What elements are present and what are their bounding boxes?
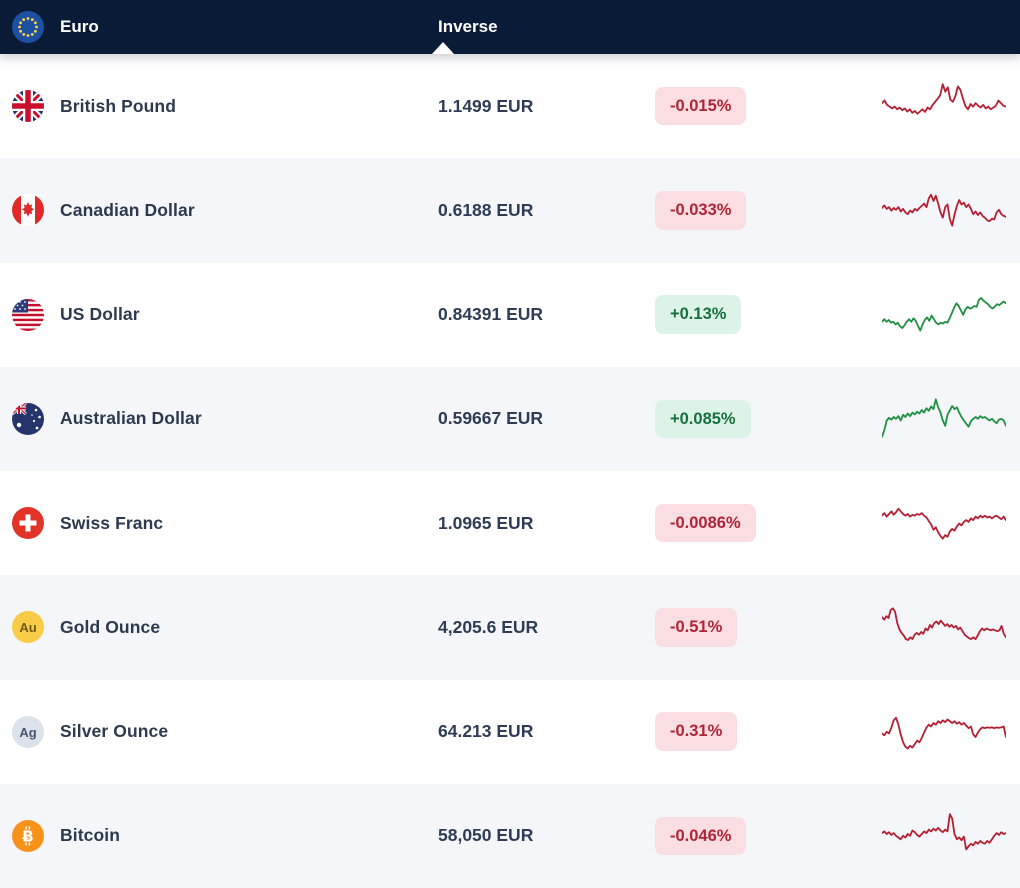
table-row[interactable]: Australian Dollar 0.59667 EUR +0.085% bbox=[0, 366, 1020, 471]
currency-name: Bitcoin bbox=[60, 825, 121, 846]
change-percent-badge: +0.13% bbox=[655, 295, 742, 334]
change-percent-badge: -0.015% bbox=[655, 86, 747, 126]
flag-us-icon bbox=[12, 298, 44, 331]
flag-gb-icon bbox=[12, 90, 44, 123]
column-header-inverse[interactable]: Inverse bbox=[438, 17, 655, 37]
change-percent-badge: -0.0086% bbox=[655, 503, 756, 543]
svg-text:Ag: Ag bbox=[19, 725, 36, 740]
table-row[interactable]: Au Gold Ounce 4,205.6 EUR -0.51% bbox=[0, 575, 1020, 680]
sparkline-chart bbox=[882, 495, 1006, 551]
metal-silver-icon: Ag bbox=[12, 715, 44, 748]
change-percent-badge: -0.31% bbox=[655, 712, 738, 751]
rates-row-list: British Pound 1.1499 EUR -0.015% Canadia… bbox=[0, 54, 1020, 888]
currency-name: Gold Ounce bbox=[60, 616, 161, 637]
svg-text:Au: Au bbox=[19, 620, 36, 635]
sparkline-chart bbox=[882, 78, 1006, 134]
base-currency-label: Euro bbox=[60, 17, 99, 36]
currency-name: Silver Ounce bbox=[60, 721, 169, 742]
sort-triangle-icon bbox=[432, 42, 454, 54]
inverse-rate-value: 0.6188 EUR bbox=[438, 199, 534, 220]
currency-name: US Dollar bbox=[60, 304, 140, 325]
flag-eu-icon bbox=[12, 11, 44, 43]
svg-text:Ƀ: Ƀ bbox=[22, 827, 33, 845]
sparkline-chart bbox=[882, 182, 1006, 238]
sparkline-chart bbox=[882, 599, 1006, 655]
inverse-rate-value: 0.59667 EUR bbox=[438, 408, 544, 429]
table-row[interactable]: British Pound 1.1499 EUR -0.015% bbox=[0, 54, 1020, 159]
table-row[interactable]: Canadian Dollar 0.6188 EUR -0.033% bbox=[0, 158, 1020, 263]
crypto-bitcoin-icon: Ƀ bbox=[12, 819, 44, 852]
inverse-rate-value: 0.84391 EUR bbox=[438, 304, 544, 325]
inverse-rate-value: 58,050 EUR bbox=[438, 825, 534, 846]
change-percent-badge: -0.51% bbox=[655, 608, 738, 647]
metal-gold-icon: Au bbox=[12, 611, 44, 644]
currency-name: Canadian Dollar bbox=[60, 199, 195, 220]
sparkline-chart bbox=[882, 287, 1006, 343]
table-row[interactable]: Ƀ Bitcoin 58,050 EUR -0.046% bbox=[0, 783, 1020, 888]
sparkline-chart bbox=[882, 808, 1006, 864]
inverse-rate-value: 4,205.6 EUR bbox=[438, 616, 539, 637]
currency-name: British Pound bbox=[60, 95, 177, 116]
currency-name: Swiss Franc bbox=[60, 512, 164, 533]
flag-au-icon bbox=[12, 402, 44, 435]
inverse-rate-value: 1.1499 EUR bbox=[438, 95, 534, 116]
inverse-rate-value: 1.0965 EUR bbox=[438, 512, 534, 533]
change-percent-badge: +0.085% bbox=[655, 399, 751, 439]
sparkline-chart bbox=[882, 391, 1006, 447]
inverse-rate-value: 64.213 EUR bbox=[438, 721, 534, 742]
change-percent-badge: -0.033% bbox=[655, 191, 747, 230]
table-header: Euro Inverse bbox=[0, 0, 1020, 54]
flag-ca-icon bbox=[12, 194, 44, 227]
sparkline-chart bbox=[882, 704, 1006, 760]
table-row[interactable]: Swiss Franc 1.0965 EUR -0.0086% bbox=[0, 471, 1020, 576]
currency-rates-table: Euro Inverse British Pound 1.1499 EUR -0… bbox=[0, 0, 1020, 888]
change-percent-badge: -0.046% bbox=[655, 816, 747, 856]
table-row[interactable]: Ag Silver Ounce 64.213 EUR -0.31% bbox=[0, 679, 1020, 784]
table-row[interactable]: US Dollar 0.84391 EUR +0.13% bbox=[0, 262, 1020, 367]
flag-ch-icon bbox=[12, 507, 44, 540]
currency-name: Australian Dollar bbox=[60, 408, 202, 429]
